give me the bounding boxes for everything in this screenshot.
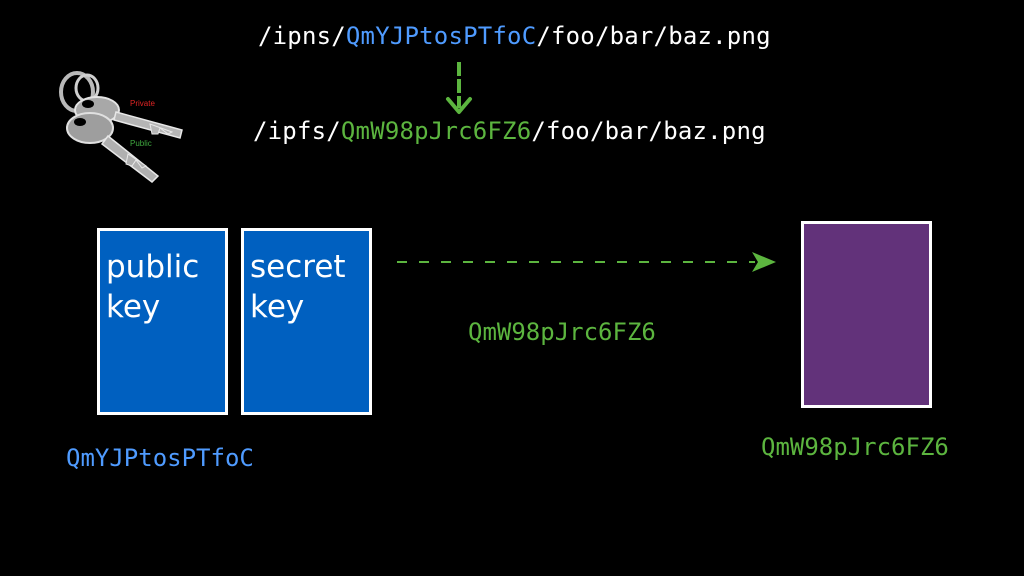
object-hash: QmW98pJrc6FZ6	[761, 433, 949, 461]
keys-icon: Private Public	[59, 71, 183, 183]
transfer-arrow	[397, 252, 776, 272]
ipfs-object-box	[801, 221, 932, 408]
public-key-label-line1: public	[106, 249, 200, 285]
transfer-hash: QmW98pJrc6FZ6	[468, 318, 656, 346]
public-key-box: public key	[97, 228, 228, 415]
public-key-label: Public	[130, 139, 152, 148]
resolve-arrow	[446, 62, 472, 114]
secret-key-label-line1: secret	[250, 249, 346, 285]
public-key-hash: QmYJPtosPTfoC	[66, 444, 254, 472]
secret-key-label-line2: key	[250, 289, 305, 325]
private-key-label: Private	[130, 99, 155, 108]
secret-key-box: secret key	[241, 228, 372, 415]
public-key-label-line2: key	[106, 289, 161, 325]
